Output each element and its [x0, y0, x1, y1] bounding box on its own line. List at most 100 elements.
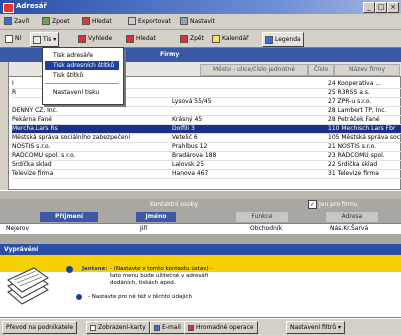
button-label: Převod na podnikatele — [6, 324, 74, 331]
cell-firm: 22 Srdíčka sklad — [328, 161, 378, 168]
dropdown-item-selected[interactable]: Tisk adresních štítků — [45, 61, 119, 70]
contacts-title: Kontaktní osoby — [150, 201, 199, 208]
card-icon — [90, 324, 96, 331]
legend-icon — [265, 35, 273, 44]
tool-list-button[interactable]: Nl — [3, 32, 23, 45]
cell-address: Dolfili 3 — [172, 125, 195, 132]
dropdown-item[interactable]: Tisk adresáře — [45, 51, 119, 60]
maximize-button[interactable]: □ — [375, 2, 387, 13]
tab-firstname[interactable]: Jméno — [136, 212, 176, 222]
cell-name: Srdíčka sklad — [12, 161, 52, 168]
filter-settings-button[interactable]: Nastavení filtrů ▾ — [286, 321, 346, 334]
cell-address: Krásný 45 — [172, 116, 203, 123]
close-button[interactable]: × — [387, 2, 399, 13]
cell-firm: 28 Lambert TP, Inc. — [328, 107, 387, 114]
help-titlebar: Vyprávění — [0, 244, 401, 255]
bullet-icon — [66, 266, 73, 273]
toolbar: Nl Tis ▾ Vyhlede Hledat Zpět Kalendář Le… — [0, 30, 401, 48]
tool-label: Tis — [43, 36, 52, 43]
cell-firm: 24 Kooperativa ... — [328, 80, 382, 87]
bulk-operations-button[interactable]: Hromadné operace — [184, 321, 258, 334]
menu-settings[interactable]: Nastavit — [180, 17, 215, 25]
minimize-button[interactable]: _ — [363, 2, 375, 13]
tool-label: Zpět — [190, 35, 204, 42]
close-icon — [4, 17, 12, 25]
col-header-city[interactable]: Město - ulice/číslo jednotné — [200, 64, 308, 76]
bottom-toolbar: Převod na podnikatele Zobrazení-karty E-… — [0, 318, 401, 335]
menu-label: Exportovat — [138, 17, 171, 25]
table-row[interactable]: RADCOMU spol. s r.o. Bradárova 188 23 RA… — [12, 152, 401, 161]
dropdown-item[interactable]: Tisk štítků — [45, 71, 119, 80]
tool-label: Kalendář — [222, 35, 249, 42]
cell-address: Vetelič 6 — [172, 134, 198, 141]
table-row[interactable]: Srdíčka sklad Lalovsk 25 22 Srdíčka skla… — [12, 161, 401, 170]
table-row[interactable]: Městská správa sociálního zabezpečení Ve… — [12, 134, 401, 143]
cell-address: Bradárova 188 — [172, 152, 217, 159]
help-line: dodáních, tiskách apod. — [110, 280, 176, 286]
menu-back[interactable]: Zpoet — [42, 17, 70, 25]
contact-function: Obchodník — [250, 225, 283, 232]
contacts-panel: Kontaktní osoby ✓ Jen pro firmu Příjmení… — [0, 199, 401, 245]
table-row-selected[interactable]: Mercha.Lars Rs Dolfili 3 110 Mechisch La… — [12, 125, 401, 134]
table-row[interactable]: Televize firma Hanova 467 31 Televize fi… — [12, 170, 401, 179]
help-bullet-text: - Nastavte pro ně též v těchto údajích — [88, 294, 192, 300]
find-icon — [126, 34, 134, 43]
table-row[interactable]: Pekárna Fané Krásný 45 28 Petráček Fané — [12, 116, 401, 125]
menu-close[interactable]: Zavři — [4, 17, 29, 25]
cell-firm: 23 RADCOMU spol. — [328, 152, 385, 159]
tool-calendar-button[interactable]: Kalendář — [210, 32, 251, 45]
contact-firstname: Jiří — [140, 225, 148, 232]
window-title: Adresář — [16, 2, 47, 10]
checkbox-icon: ✓ — [308, 200, 317, 209]
tab-address[interactable]: Adresa — [326, 212, 378, 222]
tool-find-button[interactable]: Hledat — [124, 32, 158, 45]
menu-label: Zavři — [14, 17, 30, 25]
help-line: - (Nastavte v tomto kontextu ústav) - — [110, 266, 213, 272]
menu-label: Hledat — [92, 17, 112, 25]
cell-firm: 21 NOSTIS s.r.o. — [328, 143, 377, 150]
button-label: Hromadné operace — [196, 324, 254, 331]
tool-print-button[interactable]: Tis ▾ — [30, 32, 60, 47]
tool-label: Nl — [15, 35, 22, 42]
cell-firm: 110 Mechisch Lars Fbr — [328, 125, 396, 132]
card-view-button[interactable]: Zobrazení-karty — [86, 321, 150, 334]
tool-undo-button[interactable]: Zpět — [178, 32, 206, 45]
email-icon — [154, 324, 160, 331]
cell-name: Televize firma — [12, 170, 54, 177]
tab-function[interactable]: Funkce — [236, 212, 288, 222]
cell-name: Městská správa sociálního zabezpečení — [12, 134, 131, 141]
cell-firm: 31 Televize firma — [328, 170, 379, 177]
menu-search[interactable]: Hledat — [82, 17, 112, 25]
print-dropdown-menu: Tisk adresáře Tisk adresních štítků Tisk… — [42, 47, 124, 105]
col-header-number[interactable]: Číslo — [308, 64, 334, 76]
tab-surname[interactable]: Příjmení — [40, 212, 98, 222]
calendar-icon — [212, 34, 220, 43]
cell-firm: 27 ZPR-u s.r.o. — [328, 98, 372, 105]
transfer-button[interactable]: Převod na podnikatele — [2, 321, 78, 334]
col-header-firm[interactable]: Název firmy — [334, 64, 400, 76]
contact-surname: Nejerov — [6, 225, 30, 232]
settings-icon — [180, 17, 188, 25]
contacts-row[interactable]: Nejerov Jiří Obchodník Nás.Kr.Šarvá — [0, 223, 401, 234]
tool-label: Vyhlede — [88, 35, 113, 42]
checkbox-label: Jen pro firmu — [319, 201, 358, 208]
tool-label: Legenda — [275, 36, 301, 43]
table-row[interactable]: DENNY CZ, Inc. 28 Lambert TP, Inc. — [12, 107, 401, 116]
chevron-down-icon: ▾ — [53, 36, 57, 43]
chevron-down-icon: ▾ — [338, 324, 342, 331]
menu-label: Zpoet — [52, 17, 70, 25]
dropdown-item[interactable]: Nastavení tisku — [45, 88, 119, 97]
email-button[interactable]: E-mail — [150, 321, 185, 334]
table-row[interactable]: NOSTIS s.r.o. Prahlbus 12 21 NOSTIS s.r.… — [12, 143, 401, 152]
menu-export[interactable]: Exportovat — [128, 17, 171, 25]
row-indicator-strip — [0, 62, 9, 190]
tool-view-button[interactable]: Vyhlede — [76, 32, 114, 45]
search-icon — [78, 34, 86, 43]
cell-name: Pekárna Fané — [12, 116, 52, 123]
cell-address: Hanova 467 — [172, 170, 209, 177]
print-icon — [33, 35, 41, 44]
firm-only-checkbox[interactable]: ✓ Jen pro firmu — [308, 200, 358, 209]
button-label: Zobrazení-karty — [98, 324, 146, 331]
group-header-label: Firmy — [160, 51, 180, 58]
tool-legend-button[interactable]: Legenda — [262, 32, 304, 47]
